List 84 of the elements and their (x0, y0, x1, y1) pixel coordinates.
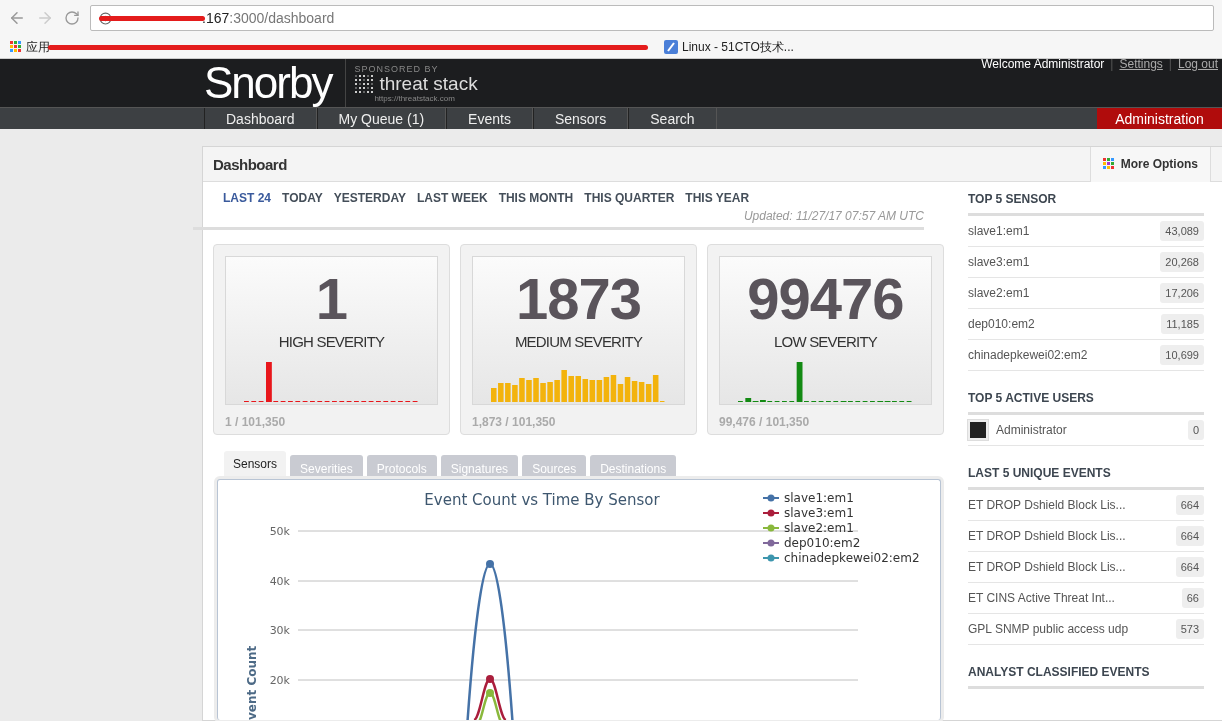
axis-tick-label: 20k (269, 674, 290, 687)
severity-count: 99476 (747, 269, 904, 329)
sponsor-caption: SPONSORED BY (354, 63, 440, 74)
list-item-name[interactable]: slave1:em1 (968, 224, 1153, 238)
count-badge: 66 (1181, 588, 1204, 608)
url-text: .167 (202, 10, 230, 26)
bookmark-link[interactable]: Linux - 51CTO技术... (682, 38, 794, 56)
panel-title: Dashboard (213, 155, 287, 173)
severity-ratio: 1,873 / 101,350 (472, 415, 557, 429)
legend-label[interactable]: slave3:em1 (784, 506, 854, 520)
nav-item[interactable]: Events (446, 108, 533, 129)
legend-label[interactable]: chinadepkewei02:em2 (784, 551, 920, 565)
time-range-link[interactable]: THIS YEAR (685, 191, 750, 205)
nav-item[interactable]: Sensors (532, 108, 629, 129)
section-title: TOP 5 ACTIVE USERS (968, 381, 1204, 415)
nav-item[interactable]: Search (628, 108, 717, 129)
separator: | (1168, 57, 1172, 71)
count-badge: 664 (1175, 557, 1204, 577)
axis-tick-label: 50k (269, 525, 290, 538)
list-item-name[interactable]: GPL SNMP public access udp (968, 622, 1168, 636)
time-range-link[interactable]: LAST 24 (223, 191, 271, 205)
time-range-link[interactable]: THIS QUARTER (584, 191, 675, 205)
list-item-name[interactable]: slave2:em1 (968, 286, 1153, 300)
axis-tick-label: 30k (269, 624, 290, 637)
time-range-link[interactable]: THIS MONTH (498, 191, 574, 205)
severity-label: HIGH SEVERITY (278, 333, 385, 350)
feather-icon (664, 40, 678, 54)
forward-icon[interactable] (36, 9, 54, 27)
count-badge: 11,185 (1161, 314, 1204, 334)
separator: | (1110, 57, 1114, 71)
section-title: TOP 5 SENSOR (968, 182, 1204, 216)
list-item-name[interactable]: ET DROP Dshield Block Lis... (968, 560, 1168, 574)
time-range-link[interactable]: TODAY (282, 191, 323, 205)
bookmark-link[interactable]: 应用 (26, 38, 50, 56)
address-field[interactable]: .167:3000/dashboard (90, 5, 1214, 31)
grid-icon (1102, 158, 1115, 170)
back-icon[interactable] (8, 9, 26, 27)
updated-time: Updated: 11/27/17 07:57 AM UTC (193, 205, 924, 230)
axis-title: vent Count (245, 645, 259, 720)
severity-count: 1 (315, 269, 348, 329)
nav-item[interactable]: Dashboard (204, 108, 317, 129)
legend-label[interactable]: slave2:em1 (784, 521, 854, 535)
chart-tab[interactable]: Sensors (224, 451, 287, 479)
list-item-name[interactable]: ET DROP Dshield Block Lis... (968, 529, 1168, 543)
severity-label: LOW SEVERITY (774, 333, 877, 350)
severity-ratio: 99,476 / 101,350 (719, 415, 811, 429)
avatar-icon (968, 420, 988, 440)
apps-grid-icon (10, 41, 22, 53)
time-range-link[interactable]: YESTERDAY (333, 191, 406, 205)
more-options-button[interactable]: More Options (1089, 146, 1211, 182)
list-item-name[interactable]: ET CINS Active Threat Int... (968, 591, 1174, 605)
nav-item[interactable]: My Queue (1) (316, 108, 447, 129)
severity-label: MEDIUM SEVERITY (514, 333, 643, 350)
list-item-name[interactable]: ET DROP Dshield Block Lis... (968, 498, 1168, 512)
count-badge: 664 (1175, 495, 1204, 515)
section-title: ANALYST CLASSIFIED EVENTS (968, 655, 1204, 689)
welcome-text: Welcome Administrator (981, 57, 1105, 71)
reload-icon[interactable] (64, 10, 80, 26)
count-badge: 10,699 (1160, 345, 1204, 365)
legend-label[interactable]: dep010:em2 (784, 536, 861, 550)
section-title: LAST 5 UNIQUE EVENTS (968, 456, 1204, 490)
severity-count: 1873 (516, 269, 641, 329)
logo[interactable]: Snorby (204, 59, 332, 107)
chart-title: Event Count vs Time By Sensor (424, 491, 660, 509)
list-item-name[interactable]: chinadepkewei02:em2 (968, 348, 1153, 362)
count-badge: 20,268 (1160, 252, 1204, 272)
sponsor-url: https://threatstack.com (374, 93, 456, 103)
sponsor-name: threat stack (379, 73, 478, 94)
time-range-link[interactable]: LAST WEEK (416, 191, 488, 205)
list-item-name[interactable]: Administrator (996, 423, 1180, 437)
url-path: :3000/dashboard (229, 10, 335, 26)
count-badge: 664 (1175, 526, 1204, 546)
count-badge: 0 (1187, 420, 1204, 440)
header-link[interactable]: Settings (1119, 57, 1163, 71)
axis-tick-label: 40k (269, 575, 290, 588)
count-badge: 17,206 (1160, 283, 1204, 303)
count-badge: 43,089 (1160, 221, 1204, 241)
administration-tab[interactable]: Administration (1097, 108, 1222, 129)
legend-label[interactable]: slave1:em1 (784, 491, 854, 505)
severity-ratio: 1 / 101,350 (225, 415, 287, 429)
header-link[interactable]: Log out (1177, 57, 1218, 71)
list-item-name[interactable]: slave3:em1 (968, 255, 1153, 269)
count-badge: 573 (1175, 619, 1204, 639)
list-item-name[interactable]: dep010:em2 (968, 317, 1154, 331)
